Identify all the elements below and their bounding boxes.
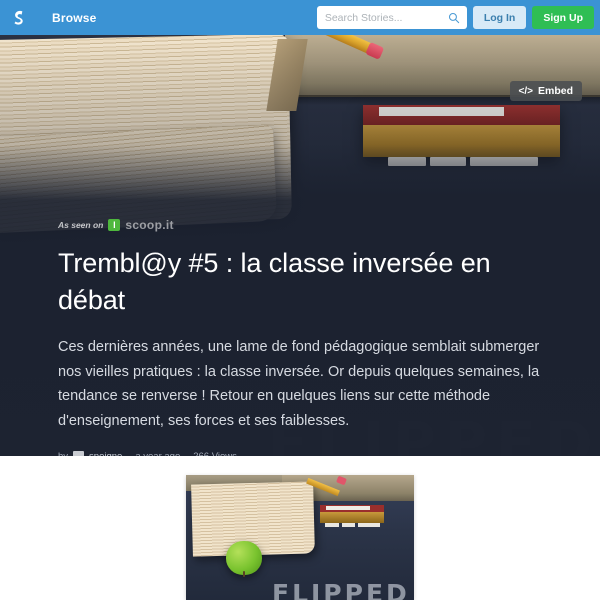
thumbnail-eraser-wood-shape bbox=[320, 512, 384, 523]
hero-content: As seen on l scoop.it Trembl@y #5 : la c… bbox=[58, 218, 548, 456]
thumbnail-eraser-white-shape bbox=[326, 506, 370, 510]
thumbnail-apple-shape bbox=[226, 541, 262, 575]
page-root: Browse Log In Sign Up bbox=[0, 0, 600, 600]
thumbnail-chalk-shape bbox=[358, 523, 380, 527]
signup-button[interactable]: Sign Up bbox=[532, 6, 594, 29]
views-dropdown[interactable]: 266 Views⌄ bbox=[193, 451, 246, 456]
thumbnail-chalk-text: FLIPPED bbox=[272, 579, 410, 600]
search-input[interactable] bbox=[316, 6, 467, 29]
thumbnail-image: FLIPPED bbox=[186, 475, 414, 600]
page-title: Trembl@y #5 : la classe inversée en déba… bbox=[58, 248, 491, 315]
login-button[interactable]: Log In bbox=[472, 6, 527, 29]
chevron-down-icon: ⌄ bbox=[240, 452, 247, 456]
code-icon: </> bbox=[518, 85, 533, 97]
thumbnail-chalk-shape bbox=[325, 523, 339, 527]
scoopit-brand-name: scoop.it bbox=[125, 218, 174, 232]
avatar[interactable] bbox=[73, 451, 85, 456]
navbar-right-group: Log In Sign Up bbox=[316, 6, 600, 29]
story-body-area: FLIPPED bbox=[0, 456, 600, 600]
embed-button[interactable]: </> Embed bbox=[509, 81, 582, 101]
byline-author[interactable]: speigne bbox=[89, 451, 122, 456]
thumbnail-apple-stem-shape bbox=[243, 571, 245, 577]
views-count: 266 Views bbox=[193, 451, 237, 456]
search-box[interactable] bbox=[316, 6, 467, 29]
top-navbar: Browse Log In Sign Up bbox=[0, 0, 600, 35]
story-thumbnail[interactable]: FLIPPED bbox=[186, 475, 414, 600]
hero-section: FLIPPED </> Embed As seen on l scoop.it … bbox=[0, 35, 600, 456]
seen-on-badge: As seen on l scoop.it bbox=[58, 218, 548, 232]
byline-timestamp: a year ago bbox=[135, 451, 180, 456]
scoopit-logo-icon[interactable] bbox=[0, 0, 38, 35]
embed-button-label: Embed bbox=[537, 85, 573, 97]
thumbnail-chalk-shape bbox=[342, 523, 355, 527]
story-description: Ces dernières années, une lame de fond p… bbox=[58, 339, 540, 429]
seen-on-label: As seen on bbox=[58, 220, 104, 230]
byline-by-label: by bbox=[58, 451, 68, 456]
byline: by speigne a year ago 266 Views⌄ bbox=[58, 451, 548, 456]
scoopit-mark-icon: l bbox=[108, 219, 121, 231]
scoopit-mark-letter: l bbox=[113, 219, 116, 230]
browse-link[interactable]: Browse bbox=[52, 11, 97, 25]
